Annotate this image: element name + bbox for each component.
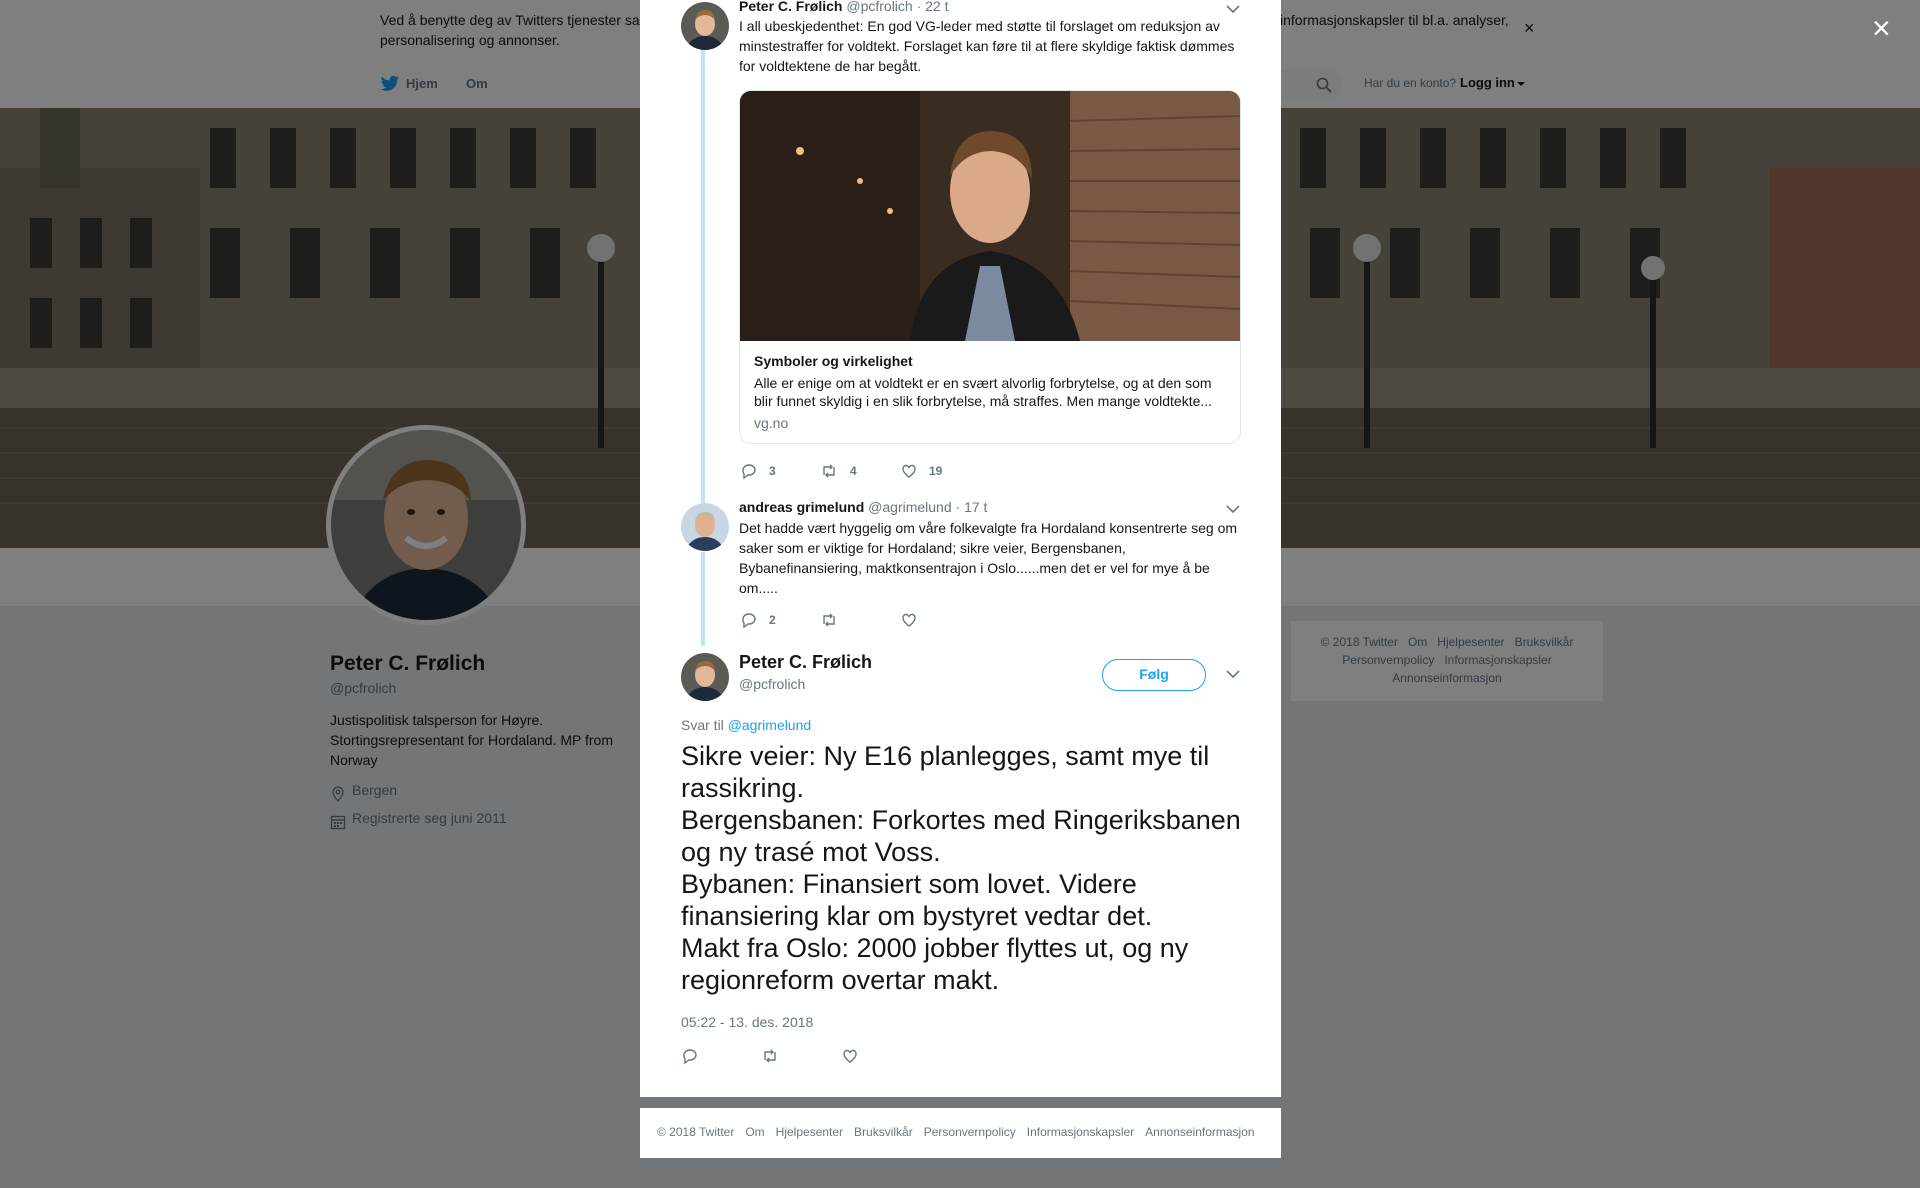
modal-footer: © 2018 Twitter Om Hjelpesenter Bruksvilkår P… bbox=[640, 1108, 1281, 1158]
tweet-author-handle: @pcfrolich bbox=[846, 0, 913, 14]
avatar-photo bbox=[681, 503, 729, 551]
link-card-image bbox=[740, 91, 1240, 341]
tweet-author-handle: @agrimelund bbox=[868, 499, 952, 515]
avatar-photo bbox=[681, 2, 729, 50]
tweet-text: I all ubeskjedenthet: En god VG-leder me… bbox=[739, 18, 1235, 74]
tweet-modal: Peter C. Frølich @pcfrolich · 22 t I all… bbox=[640, 0, 1281, 1097]
main-tweet-author-handle[interactable]: @pcfrolich bbox=[739, 676, 805, 692]
retweet-icon[interactable] bbox=[820, 462, 838, 480]
avatar-photo bbox=[681, 653, 729, 701]
footer-link-cookies[interactable]: Informasjonskapsler bbox=[1027, 1125, 1134, 1139]
link-card-description: Alle er enige om at voldtekt er en svært… bbox=[754, 375, 1213, 409]
like-count: 19 bbox=[929, 464, 943, 478]
reply-to-handle-link[interactable]: @agrimelund bbox=[728, 717, 811, 733]
tweet-avatar[interactable] bbox=[681, 2, 729, 50]
main-tweet-author-name[interactable]: Peter C. Frølich bbox=[739, 652, 872, 673]
like-icon[interactable] bbox=[900, 611, 918, 629]
tweet-avatar[interactable] bbox=[681, 503, 729, 551]
footer-link-terms[interactable]: Bruksvilkår bbox=[854, 1125, 913, 1139]
reply-icon[interactable] bbox=[681, 1047, 699, 1065]
thread-line bbox=[701, 48, 705, 504]
main-tweet-timestamp[interactable]: 05:22 - 13. des. 2018 bbox=[681, 1014, 813, 1030]
tweet-author[interactable]: andreas grimelund @agrimelund · 17 t bbox=[739, 499, 987, 515]
reply-icon[interactable] bbox=[740, 611, 758, 629]
retweet-icon[interactable] bbox=[820, 611, 838, 629]
footer-link-about[interactable]: Om bbox=[745, 1125, 764, 1139]
footer-link-ads[interactable]: Annonseinformasjon bbox=[1145, 1125, 1254, 1139]
link-card-domain: vg.no bbox=[754, 415, 789, 431]
reply-to-label: Svar til bbox=[681, 717, 724, 733]
main-tweet-avatar[interactable] bbox=[681, 653, 729, 701]
tweet-author[interactable]: Peter C. Frølich @pcfrolich · 22 t bbox=[739, 0, 949, 14]
reply-icon[interactable] bbox=[740, 462, 758, 480]
retweet-icon[interactable] bbox=[761, 1047, 779, 1065]
tweet-time[interactable]: · 22 t bbox=[917, 0, 949, 14]
chevron-down-icon[interactable] bbox=[1226, 4, 1240, 14]
link-card-title: Symboler og virkelighet bbox=[754, 353, 913, 369]
tweet-author-name: Peter C. Frølich bbox=[739, 0, 843, 14]
tweet-author-name: andreas grimelund bbox=[739, 499, 865, 515]
retweet-count: 4 bbox=[850, 464, 857, 478]
close-icon[interactable]: × bbox=[1872, 10, 1891, 47]
main-tweet-text: Sikre veier: Ny E16 planlegges, samt mye… bbox=[681, 741, 1241, 995]
follow-button[interactable]: Følg bbox=[1102, 659, 1206, 691]
reply-to-context: Svar til @agrimelund bbox=[681, 717, 811, 733]
tweet-time[interactable]: · 17 t bbox=[956, 499, 988, 515]
chevron-down-icon[interactable] bbox=[1226, 669, 1240, 679]
chevron-down-icon[interactable] bbox=[1226, 504, 1240, 514]
reply-count: 2 bbox=[769, 613, 776, 627]
tweet-text: Det hadde vært hyggelig om våre folkeval… bbox=[739, 520, 1238, 596]
link-card[interactable]: Symboler og virkelighet Alle er enige om… bbox=[739, 90, 1241, 444]
footer-link-help[interactable]: Hjelpesenter bbox=[776, 1125, 843, 1139]
reply-count: 3 bbox=[769, 464, 776, 478]
footer-link-privacy[interactable]: Personvernpolicy bbox=[924, 1125, 1016, 1139]
like-icon[interactable] bbox=[900, 462, 918, 480]
thread-line bbox=[701, 552, 705, 646]
card-photo bbox=[740, 91, 1240, 341]
footer-copyright: © 2018 Twitter bbox=[657, 1125, 735, 1139]
like-icon[interactable] bbox=[841, 1047, 859, 1065]
